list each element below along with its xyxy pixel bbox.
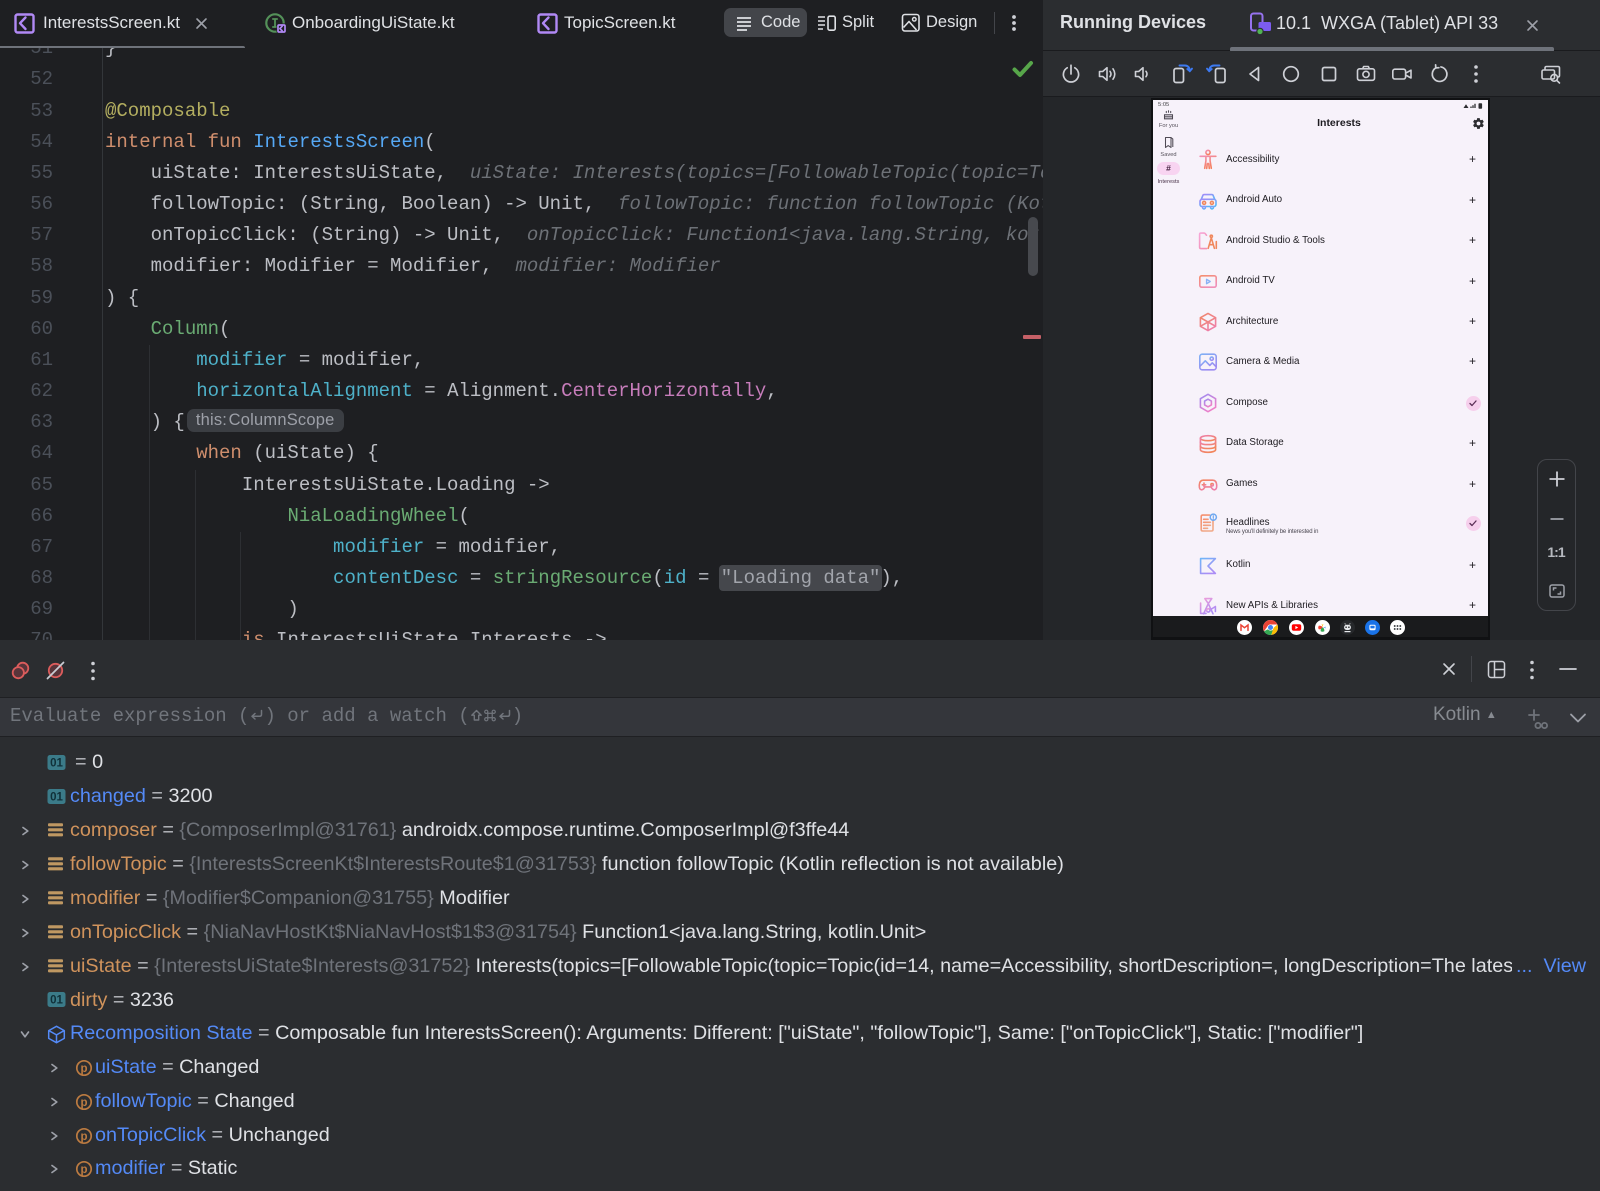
svg-text:p: p xyxy=(80,1164,87,1176)
svg-text:01: 01 xyxy=(50,757,63,769)
svg-text:p: p xyxy=(80,1063,87,1075)
svg-text:p: p xyxy=(80,1131,87,1143)
svg-text:01: 01 xyxy=(50,791,63,803)
svg-text:01: 01 xyxy=(50,995,63,1007)
svg-text:p: p xyxy=(80,1097,87,1109)
